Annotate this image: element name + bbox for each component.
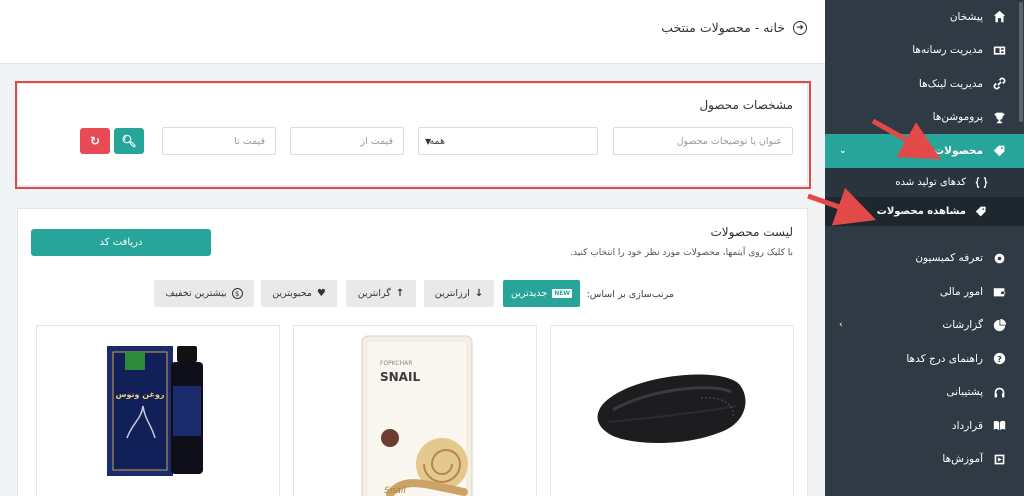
annotation-arrows	[807, 118, 942, 226]
annotation-arrow-products	[871, 118, 942, 160]
annotation-arrow-view-products	[807, 187, 877, 226]
